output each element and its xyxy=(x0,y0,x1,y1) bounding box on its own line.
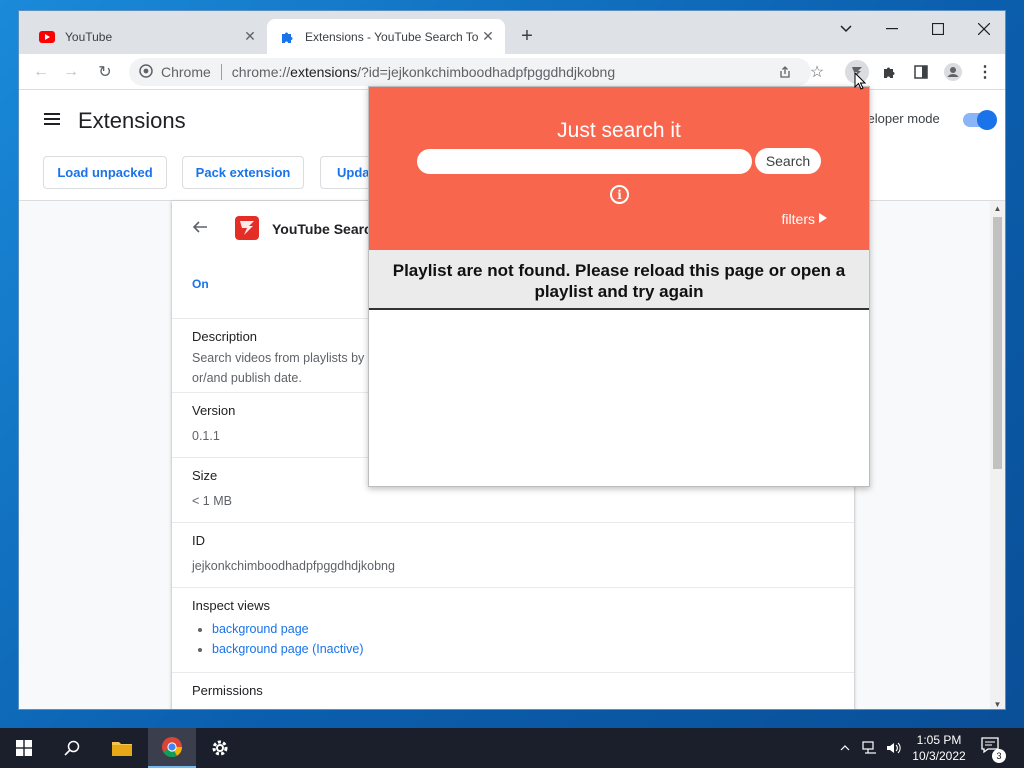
permissions-label: Permissions xyxy=(192,683,263,698)
popup-header: Just search it Search i filters xyxy=(369,87,869,250)
permissions-row: Permissions xyxy=(172,672,854,709)
hamburger-menu-icon[interactable] xyxy=(43,109,63,129)
taskbar-clock[interactable]: 1:05 PM 10/3/2022 xyxy=(906,732,972,764)
volume-icon[interactable] xyxy=(882,728,906,768)
inspect-views-label: Inspect views xyxy=(192,598,271,613)
developer-mode-toggle[interactable] xyxy=(963,110,997,130)
page-scrollbar[interactable]: ▲ ▼ xyxy=(990,201,1005,709)
extension-status: On xyxy=(192,277,209,291)
close-icon[interactable]: ✕ xyxy=(479,28,497,46)
load-unpacked-button[interactable]: Load unpacked xyxy=(43,156,167,189)
extension-logo-icon xyxy=(235,216,259,240)
chrome-logo-icon xyxy=(139,63,153,81)
search-icon[interactable] xyxy=(48,728,96,768)
mouse-cursor-icon xyxy=(854,71,867,90)
popup-message: Playlist are not found. Please reload th… xyxy=(369,250,869,310)
tab-strip: YouTube ✕ Extensions - YouTube Search To… xyxy=(19,11,1005,54)
scroll-thumb[interactable] xyxy=(993,217,1002,469)
id-label: ID xyxy=(192,533,205,548)
background-page-link[interactable]: background page xyxy=(212,622,309,636)
omnibox-url: chrome://extensions/?id=jejkonkchimboodh… xyxy=(231,64,616,80)
inspect-views-row: Inspect views background page background… xyxy=(172,587,854,672)
settings-gear-icon[interactable] xyxy=(196,728,244,768)
page-title: Extensions xyxy=(78,108,186,133)
filters-toggle[interactable]: filters xyxy=(782,211,815,227)
close-icon[interactable]: ✕ xyxy=(241,28,259,46)
omnibox-separator xyxy=(220,64,222,80)
side-panel-icon[interactable] xyxy=(909,60,933,84)
omnibox-scheme-label: Chrome xyxy=(161,64,211,80)
start-windows-icon[interactable] xyxy=(0,728,48,768)
kebab-menu-icon[interactable]: ⋮ xyxy=(973,60,997,84)
youtube-icon xyxy=(39,29,55,45)
bookmark-star-icon[interactable]: ☆ xyxy=(805,60,829,84)
developer-mode-label: veloper mode xyxy=(861,111,940,126)
extension-name: YouTube Search xyxy=(272,221,381,237)
popup-title: Just search it xyxy=(557,119,681,142)
profile-avatar-icon[interactable] xyxy=(941,60,965,84)
file-explorer-icon[interactable] xyxy=(98,728,146,768)
close-window-button[interactable] xyxy=(969,17,999,41)
pack-extension-button[interactable]: Pack extension xyxy=(182,156,304,189)
minimize-button[interactable] xyxy=(877,17,907,41)
id-value: jejkonkchimboodhadpfpggdhdjkobng xyxy=(192,559,395,573)
inspect-links: background page background page (Inactiv… xyxy=(192,619,834,659)
list-item: background page xyxy=(212,619,834,639)
forward-icon[interactable]: → xyxy=(59,60,83,84)
size-value: < 1 MB xyxy=(192,494,232,508)
tab-extensions[interactable]: Extensions - YouTube Search Tor ✕ xyxy=(267,19,505,54)
tab-title: YouTube xyxy=(65,29,113,44)
puzzle-icon xyxy=(279,29,295,45)
taskbar: 1:05 PM 10/3/2022 3 xyxy=(0,728,1024,768)
maximize-button[interactable] xyxy=(923,17,953,41)
popup-search-input[interactable] xyxy=(417,149,752,174)
clock-date: 10/3/2022 xyxy=(912,749,966,763)
info-icon[interactable]: i xyxy=(610,185,629,204)
share-icon[interactable] xyxy=(773,60,797,84)
back-icon[interactable]: ← xyxy=(29,60,53,84)
extension-popup: Just search it Search i filters Playlist… xyxy=(368,86,870,487)
scroll-up-icon[interactable]: ▲ xyxy=(990,201,1005,215)
clock-time: 1:05 PM xyxy=(916,733,962,747)
new-tab-button[interactable]: + xyxy=(515,25,539,48)
extensions-puzzle-icon[interactable] xyxy=(877,60,901,84)
tab-search-icon[interactable] xyxy=(831,17,861,41)
notification-count-badge: 3 xyxy=(992,749,1006,763)
list-item: background page (Inactive) xyxy=(212,639,834,659)
chrome-taskbar-icon[interactable] xyxy=(148,728,196,768)
back-arrow-icon[interactable] xyxy=(192,219,208,240)
popup-search-button[interactable]: Search xyxy=(755,148,821,174)
chevron-up-icon[interactable] xyxy=(834,728,856,768)
scroll-down-icon[interactable]: ▼ xyxy=(990,697,1005,709)
tab-title: Extensions - YouTube Search Tor xyxy=(305,29,479,44)
tab-youtube[interactable]: YouTube ✕ xyxy=(27,19,267,54)
address-bar[interactable]: Chrome chrome://extensions/?id=jejkonkch… xyxy=(129,58,811,86)
background-page-inactive-link[interactable]: background page (Inactive) xyxy=(212,642,363,656)
id-row: ID jejkonkchimboodhadpfpggdhdjkobng xyxy=(172,522,854,587)
triangle-right-icon[interactable] xyxy=(819,213,827,223)
reload-icon[interactable]: ↻ xyxy=(93,60,117,84)
network-icon[interactable] xyxy=(858,728,882,768)
